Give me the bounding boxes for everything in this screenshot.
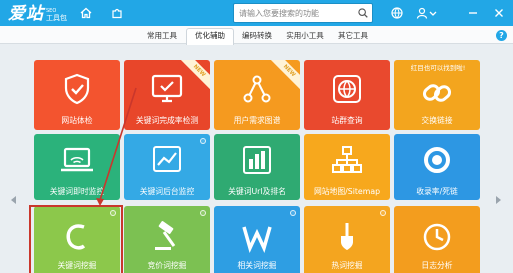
tile-exchange-links[interactable]: 红目也可以找到啦! 交换链接 — [394, 60, 480, 130]
tile-index-rate-deadlinks[interactable]: 收录率/死链 — [394, 134, 480, 200]
close-icon[interactable] — [490, 4, 508, 22]
tile-related-keyword-mining[interactable]: 相关词挖掘 — [214, 206, 300, 273]
sitemap-icon — [332, 146, 362, 173]
trend-chart-icon — [153, 146, 181, 172]
status-dot — [200, 138, 206, 144]
tile-keyword-background-monitor[interactable]: 关键词后台监控 — [124, 134, 210, 200]
scroll-left-arrow-icon[interactable] — [11, 196, 16, 204]
scroll-right-arrow-icon[interactable] — [496, 196, 501, 204]
tile-label: 日志分析 — [421, 261, 453, 270]
tile-label: 网站体检 — [61, 116, 93, 125]
chevron-down-icon[interactable] — [428, 4, 438, 22]
tile-site-group-query[interactable]: 站群查询 — [304, 60, 390, 130]
globe-icon[interactable] — [388, 4, 406, 22]
link-icon — [422, 84, 452, 102]
tile-site-checkup[interactable]: 网站体检 — [34, 60, 120, 130]
help-button[interactable]: ? — [496, 30, 507, 41]
status-dot — [200, 210, 206, 216]
search-icon[interactable] — [355, 5, 371, 21]
tab-other-tools[interactable]: 其它工具 — [330, 29, 376, 44]
status-dot — [290, 210, 296, 216]
tile-label: 交换链接 — [421, 116, 453, 125]
tab-optimization[interactable]: 优化辅助 — [186, 28, 234, 45]
tile-log-analysis[interactable]: 日志分析 — [394, 206, 480, 273]
tile-keyword-completion[interactable]: NEW 关键词完成率检测 — [124, 60, 210, 130]
puzzle-icon[interactable] — [108, 4, 126, 22]
tile-label: 关键词Url及排名 — [228, 187, 286, 196]
tile-bidding-keyword-mining[interactable]: 竞价词挖掘 — [124, 206, 210, 273]
w-letter-icon — [242, 226, 272, 253]
tile-hot-keyword-mining[interactable]: 热词挖掘 — [304, 206, 390, 273]
bar-chart-icon — [243, 146, 271, 174]
minimize-icon[interactable] — [464, 4, 482, 22]
tile-keyword-instant-monitor[interactable]: 关键词即时监控 — [34, 134, 120, 200]
ring-icon — [424, 147, 450, 173]
logo-sub-text: 工具包 — [46, 14, 67, 22]
tile-label: 用户需求图谱 — [233, 116, 281, 125]
tile-label: 相关词挖掘 — [237, 261, 277, 270]
tile-user-demand-graph[interactable]: NEW 用户需求图谱 — [214, 60, 300, 130]
graph-nodes-icon — [243, 75, 271, 103]
laptop-wifi-icon — [61, 147, 93, 172]
search-input[interactable] — [234, 4, 352, 22]
tile-label: 竞价词挖掘 — [147, 261, 187, 270]
tile-label: 热词挖掘 — [331, 261, 363, 270]
globe-box-icon — [333, 75, 361, 103]
tile-label: 站群查询 — [331, 116, 363, 125]
tab-encoding[interactable]: 编码转换 — [234, 29, 280, 44]
clock-icon — [423, 223, 451, 251]
home-icon[interactable] — [77, 4, 95, 22]
shield-check-icon — [64, 73, 90, 105]
tab-bar: 常用工具 优化辅助 编码转换 实用小工具 其它工具 ? — [0, 26, 513, 45]
tile-label: 关键词即时监控 — [49, 187, 105, 196]
tab-utilities[interactable]: 实用小工具 — [280, 29, 330, 44]
tile-label: 关键词后台监控 — [139, 187, 195, 196]
highlight-box — [29, 205, 123, 273]
tile-keyword-url-rank[interactable]: 关键词Url及排名 — [214, 134, 300, 200]
tile-sitemap[interactable]: 网站地图/Sitemap — [304, 134, 390, 200]
tile-label: 关键词完成率检测 — [135, 116, 199, 125]
tile-label: 收录率/死链 — [416, 187, 458, 196]
search-box — [233, 3, 373, 23]
gavel-icon — [155, 221, 176, 250]
title-bar: 爱站 SEO 工具包 — [0, 0, 513, 26]
status-dot — [380, 210, 386, 216]
shovel-icon — [341, 223, 353, 250]
tab-common-tools[interactable]: 常用工具 — [138, 29, 186, 44]
app-logo: 爱站 SEO 工具包 — [8, 2, 67, 24]
monitor-check-icon — [151, 74, 183, 103]
logo-main-text: 爱站 — [8, 4, 44, 24]
tile-note: 红目也可以找到啦! — [410, 64, 466, 72]
tile-label: 网站地图/Sitemap — [313, 187, 381, 196]
